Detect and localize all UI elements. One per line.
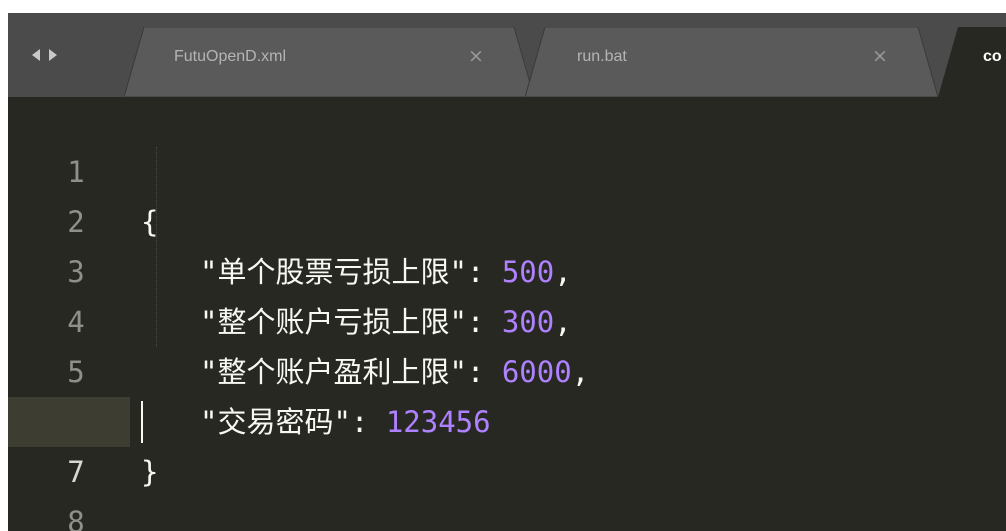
tab-label: run.bat <box>577 48 627 65</box>
tab-active[interactable]: co <box>938 27 1006 97</box>
tab-navigation <box>32 47 57 63</box>
code-line: 1 { <box>8 97 1006 239</box>
chevron-left-icon[interactable] <box>32 49 40 61</box>
code-line: 2 "单个股票亏损上限": 500, <box>8 147 1006 289</box>
code-line: 6 } <box>8 347 1006 489</box>
code-line: 3 "整个账户亏损上限": 300, <box>8 197 1006 339</box>
code-line: 4 "整个账户盈利上限": 6000, <box>8 247 1006 389</box>
tab-bar: FutuOpenD.xml × run.bat × co <box>8 13 1006 97</box>
tab-run-bat[interactable]: run.bat × <box>525 27 965 97</box>
code-line-current: 7 <box>8 397 1006 489</box>
editor-window: FutuOpenD.xml × run.bat × co 1 { 2 "单个股票… <box>8 13 1006 531</box>
tab-label: co <box>983 48 1002 65</box>
code-line: 8 <box>8 447 1006 531</box>
text-cursor <box>141 401 143 443</box>
close-icon[interactable]: × <box>468 45 484 67</box>
line-number: 8 <box>67 505 85 531</box>
close-icon[interactable]: × <box>872 45 888 67</box>
tab-futuopend-xml[interactable]: FutuOpenD.xml × <box>124 27 554 97</box>
code-line: 5 "交易密码": 123456 <box>8 297 1006 439</box>
code-editor[interactable]: 1 { 2 "单个股票亏损上限": 500, 3 "整个账户亏损上限": 300… <box>8 97 1006 531</box>
chevron-right-icon[interactable] <box>49 49 57 61</box>
tab-label: FutuOpenD.xml <box>174 48 287 65</box>
